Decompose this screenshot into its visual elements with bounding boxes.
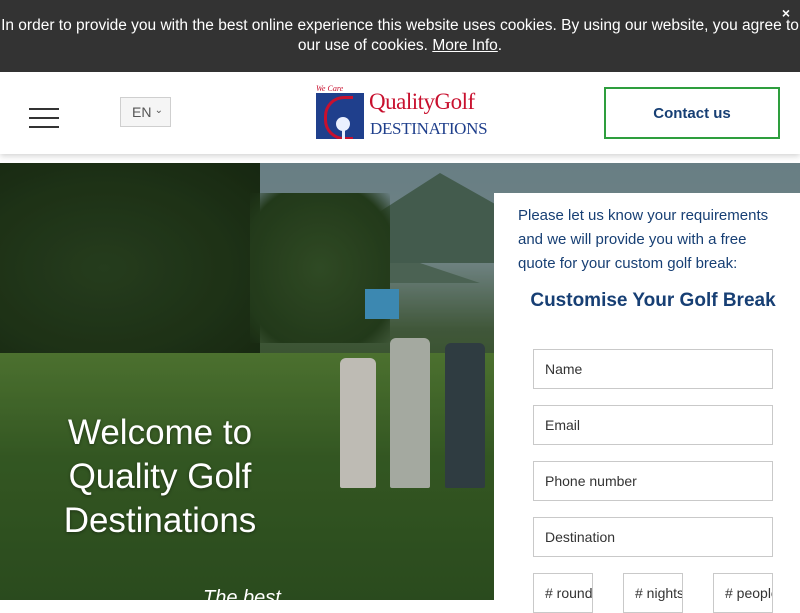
more-info-link[interactable]: More Info [432,37,497,54]
language-select[interactable]: EN ⌄ [120,97,171,127]
rounds-input[interactable]: # rounds [533,573,593,613]
hero-subtitle: The best [203,587,281,600]
logo-name-line2: DESTINATIONS [370,119,488,138]
logo-tagline: We Care [316,84,344,93]
email-input[interactable]: Email [533,405,773,445]
logo-name-line1: QualityGolf [369,89,475,114]
language-value: EN [132,104,152,120]
quote-form-panel: Please let us know your requirements and… [494,193,800,613]
destination-input[interactable]: Destination [533,517,773,557]
phone-input[interactable]: Phone number [533,461,773,501]
close-icon[interactable]: × [782,6,790,20]
name-input[interactable]: Name [533,349,773,389]
contact-us-button[interactable]: Contact us [604,87,780,139]
golf-ball-logo-icon [316,93,364,139]
nights-input[interactable]: # nights [623,573,683,613]
cookie-text-suffix: . [497,37,503,54]
form-intro: Please let us know your requirements and… [518,207,769,272]
cookie-text: In order to provide you with the best on… [1,17,799,54]
menu-icon[interactable] [29,108,59,128]
form-heading: Customise Your Golf Break [530,290,776,311]
people-input[interactable]: # people [713,573,773,613]
chevron-down-icon: ⌄ [154,105,163,116]
hero-title: Welcome to Quality Golf Destinations [63,413,257,540]
site-logo[interactable]: We Care QualityGolf DESTINATIONS [315,84,488,142]
cookie-banner: In order to provide you with the best on… [0,0,800,72]
site-header: EN ⌄ We Care QualityGolf DESTINATIONS Co… [0,72,800,154]
